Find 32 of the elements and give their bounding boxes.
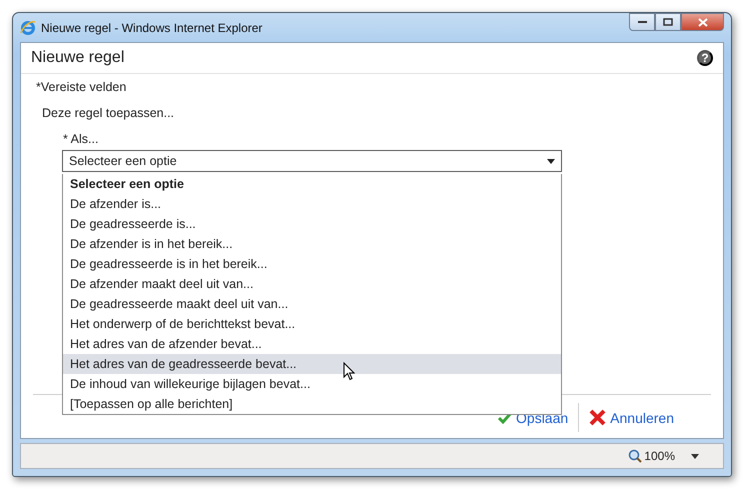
dropdown-option[interactable]: De inhoud van willekeurige bijlagen bevat...	[63, 374, 561, 394]
dropdown-option[interactable]: De afzender is...	[63, 194, 561, 214]
cancel-button[interactable]: Annuleren	[579, 407, 684, 428]
dropdown-option[interactable]: De afzender is in het bereik...	[63, 234, 561, 254]
dropdown-option[interactable]: De geadresseerde maakt deel uit van...	[63, 294, 561, 314]
required-fields-note: *Vereiste velden	[36, 80, 128, 94]
dropdown-caret-icon[interactable]	[691, 454, 699, 458]
close-icon	[698, 18, 708, 26]
browser-logo-icon	[20, 20, 36, 36]
maximize-icon	[663, 18, 673, 26]
intro-text: Deze regel toepassen...	[42, 106, 176, 120]
minimize-button[interactable]	[629, 13, 655, 31]
mouse-pointer-icon	[343, 362, 355, 381]
help-button[interactable]: ?	[697, 50, 713, 66]
dropdown-option[interactable]: Het adres van de afzender bevat...	[63, 334, 561, 354]
dropdown-option[interactable]: De geadresseerde is in het bereik...	[63, 254, 561, 274]
dropdown-option[interactable]: De geadresseerde is...	[63, 214, 561, 234]
zoom-level[interactable]: 100%	[628, 449, 675, 463]
magnifier-icon	[628, 449, 642, 463]
minimize-icon	[638, 20, 646, 24]
window-title: Nieuwe regel - Windows Internet Explorer	[41, 20, 262, 34]
condition-label: * Als...	[63, 132, 100, 146]
condition-dropdown[interactable]: Selecteer een optie	[62, 150, 562, 172]
dialog-title: Nieuwe regel	[31, 49, 124, 67]
close-button[interactable]	[681, 13, 724, 31]
maximize-button[interactable]	[655, 13, 681, 31]
dropdown-option[interactable]: Het onderwerp of de berichttekst bevat...	[63, 314, 561, 334]
dropdown-caret-icon	[547, 158, 555, 164]
dropdown-option[interactable]: [Toepassen op alle berichten]	[63, 394, 561, 414]
cross-icon	[589, 409, 606, 426]
dropdown-option[interactable]: Selecteer een optie	[63, 174, 561, 194]
dropdown-option[interactable]: De afzender maakt deel uit van...	[63, 274, 561, 294]
